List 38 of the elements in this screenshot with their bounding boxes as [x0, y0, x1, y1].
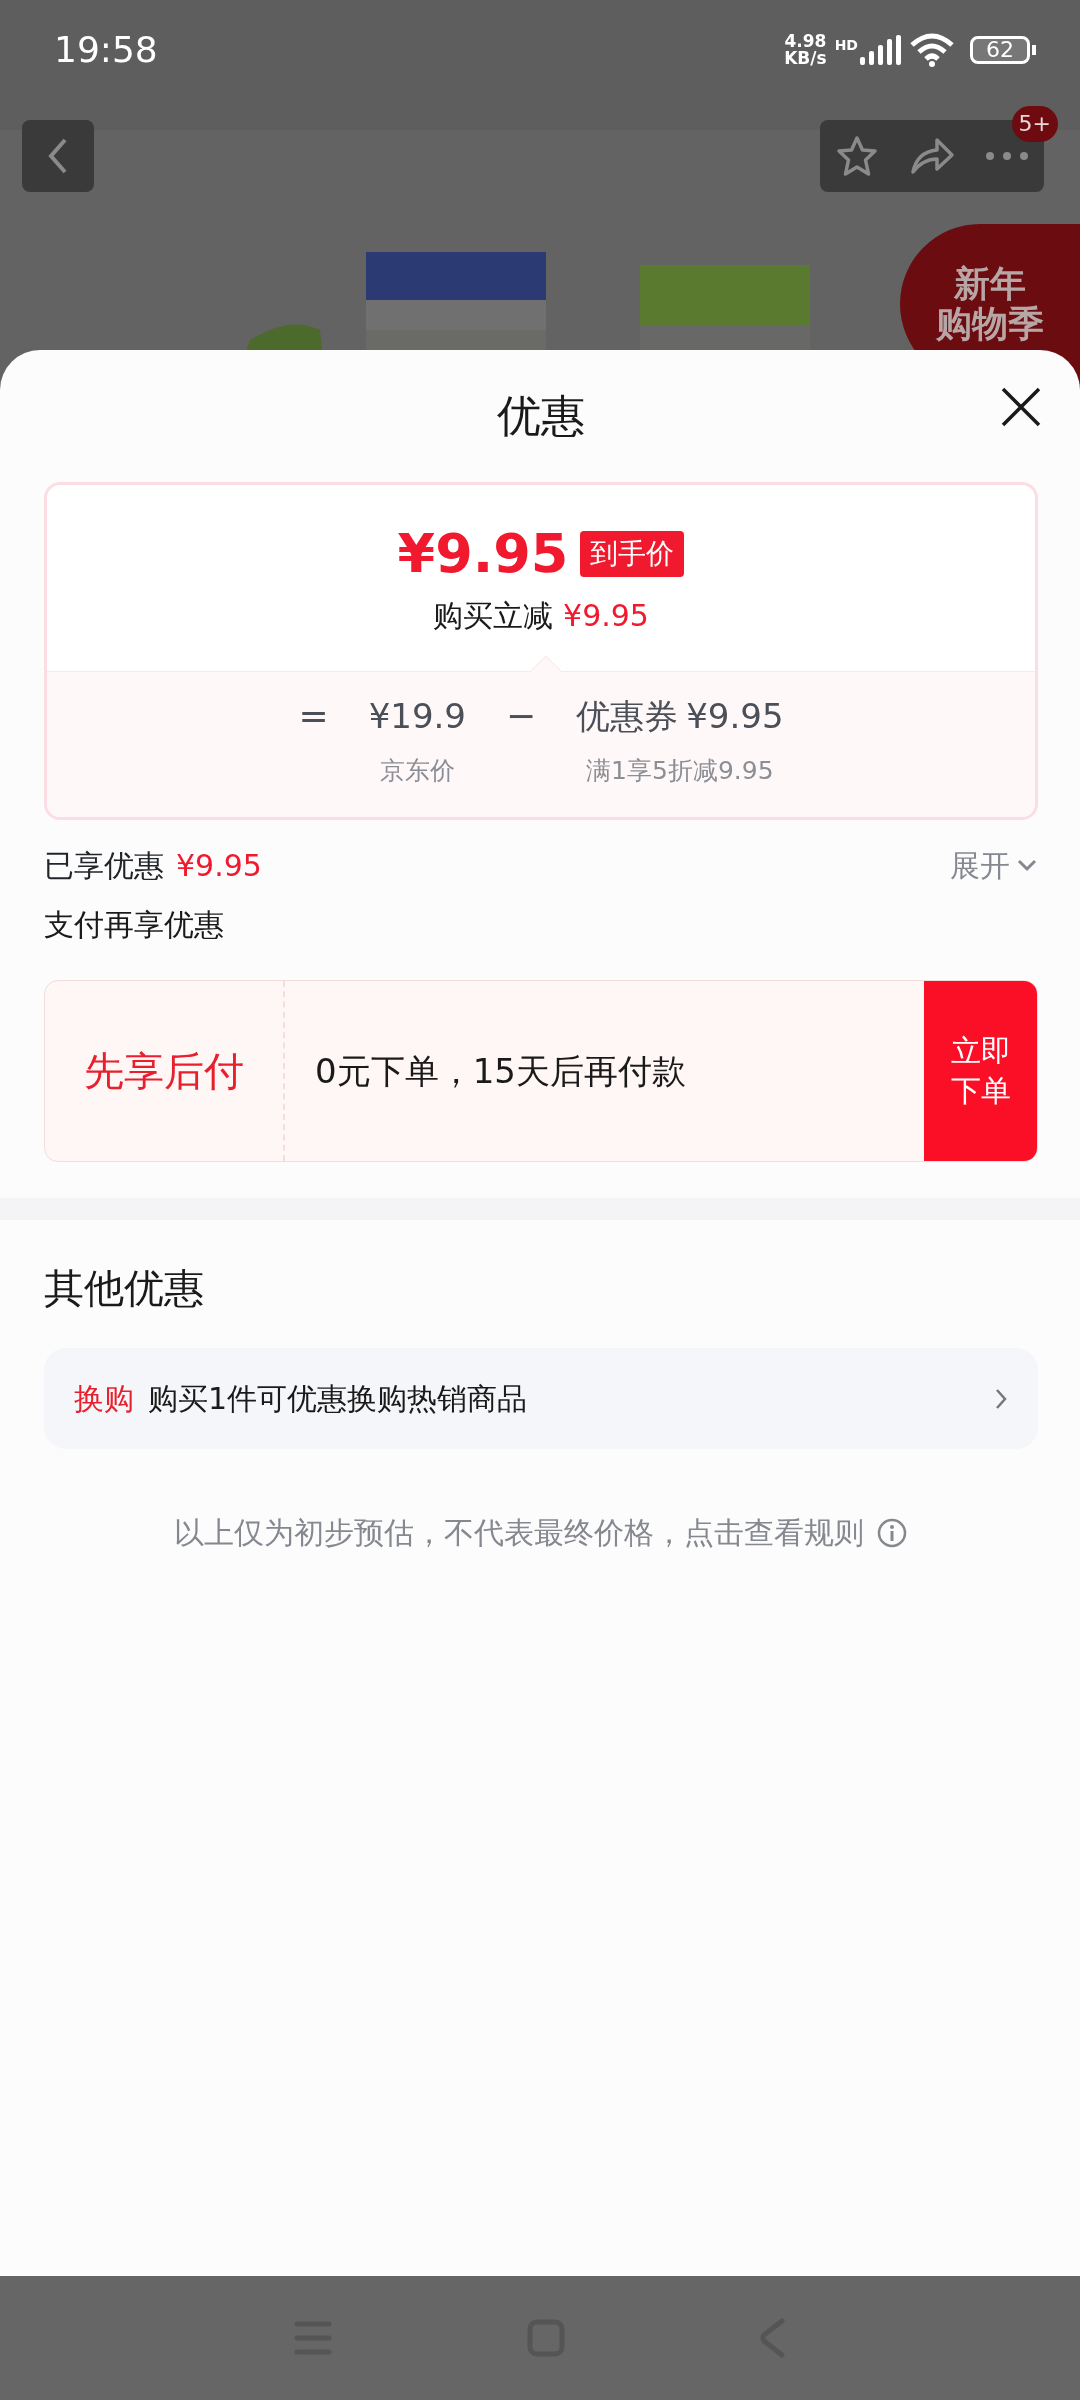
term-label: 优惠券	[576, 695, 679, 738]
more-icon	[984, 151, 1029, 161]
discount-amount: ¥9.95	[176, 847, 262, 883]
instant-amount: ¥9.95	[563, 598, 649, 633]
term-caption: 满1享5折减9.95	[586, 755, 774, 787]
promo-text: 购物季	[936, 304, 1044, 344]
status-time: 19:58	[54, 28, 158, 72]
instant-label: 购买立减	[433, 598, 554, 633]
rules-link[interactable]: 以上仅为初步预估，不代表最终价格，点击查看规则	[44, 1509, 1038, 1556]
operator-sign: =	[298, 694, 329, 738]
term-value: ¥9.95	[686, 695, 784, 738]
section-title: 支付再享优惠	[44, 906, 225, 944]
operator-sign: −	[506, 694, 537, 738]
share-icon	[909, 136, 955, 176]
discount-label: 已享优惠	[44, 847, 164, 883]
back-icon	[47, 136, 69, 176]
info-icon	[876, 1516, 908, 1549]
section-title: 其他优惠	[44, 1264, 205, 1313]
star-icon	[835, 135, 880, 177]
chevron-icon	[1016, 858, 1038, 872]
price-tag: 到手价	[580, 531, 685, 577]
back-button[interactable]	[22, 120, 94, 192]
close-button[interactable]	[1000, 386, 1042, 428]
offer-description: 0元下单，15天后再付款	[314, 1049, 687, 1093]
signal-icon	[858, 35, 902, 65]
speed-unit: KB/s	[784, 50, 827, 67]
order-button[interactable]: 立即下单	[924, 981, 1037, 1161]
offer-name: 先享后付	[45, 981, 285, 1161]
offer-row[interactable]: 换购 购买1件可优惠换购热销商品	[44, 1348, 1038, 1449]
expand-toggle[interactable]: 展开	[950, 842, 1038, 888]
final-price: ¥9.95	[397, 527, 569, 581]
sheet-title: 优惠	[497, 389, 585, 443]
wifi-icon	[910, 33, 954, 67]
term-value: ¥19.9	[368, 695, 466, 738]
signal-tag: HD	[834, 35, 858, 56]
promo-text: 新年	[954, 264, 1026, 304]
term-caption: 京东价	[379, 755, 455, 787]
speed-value: 4.98	[784, 33, 827, 50]
